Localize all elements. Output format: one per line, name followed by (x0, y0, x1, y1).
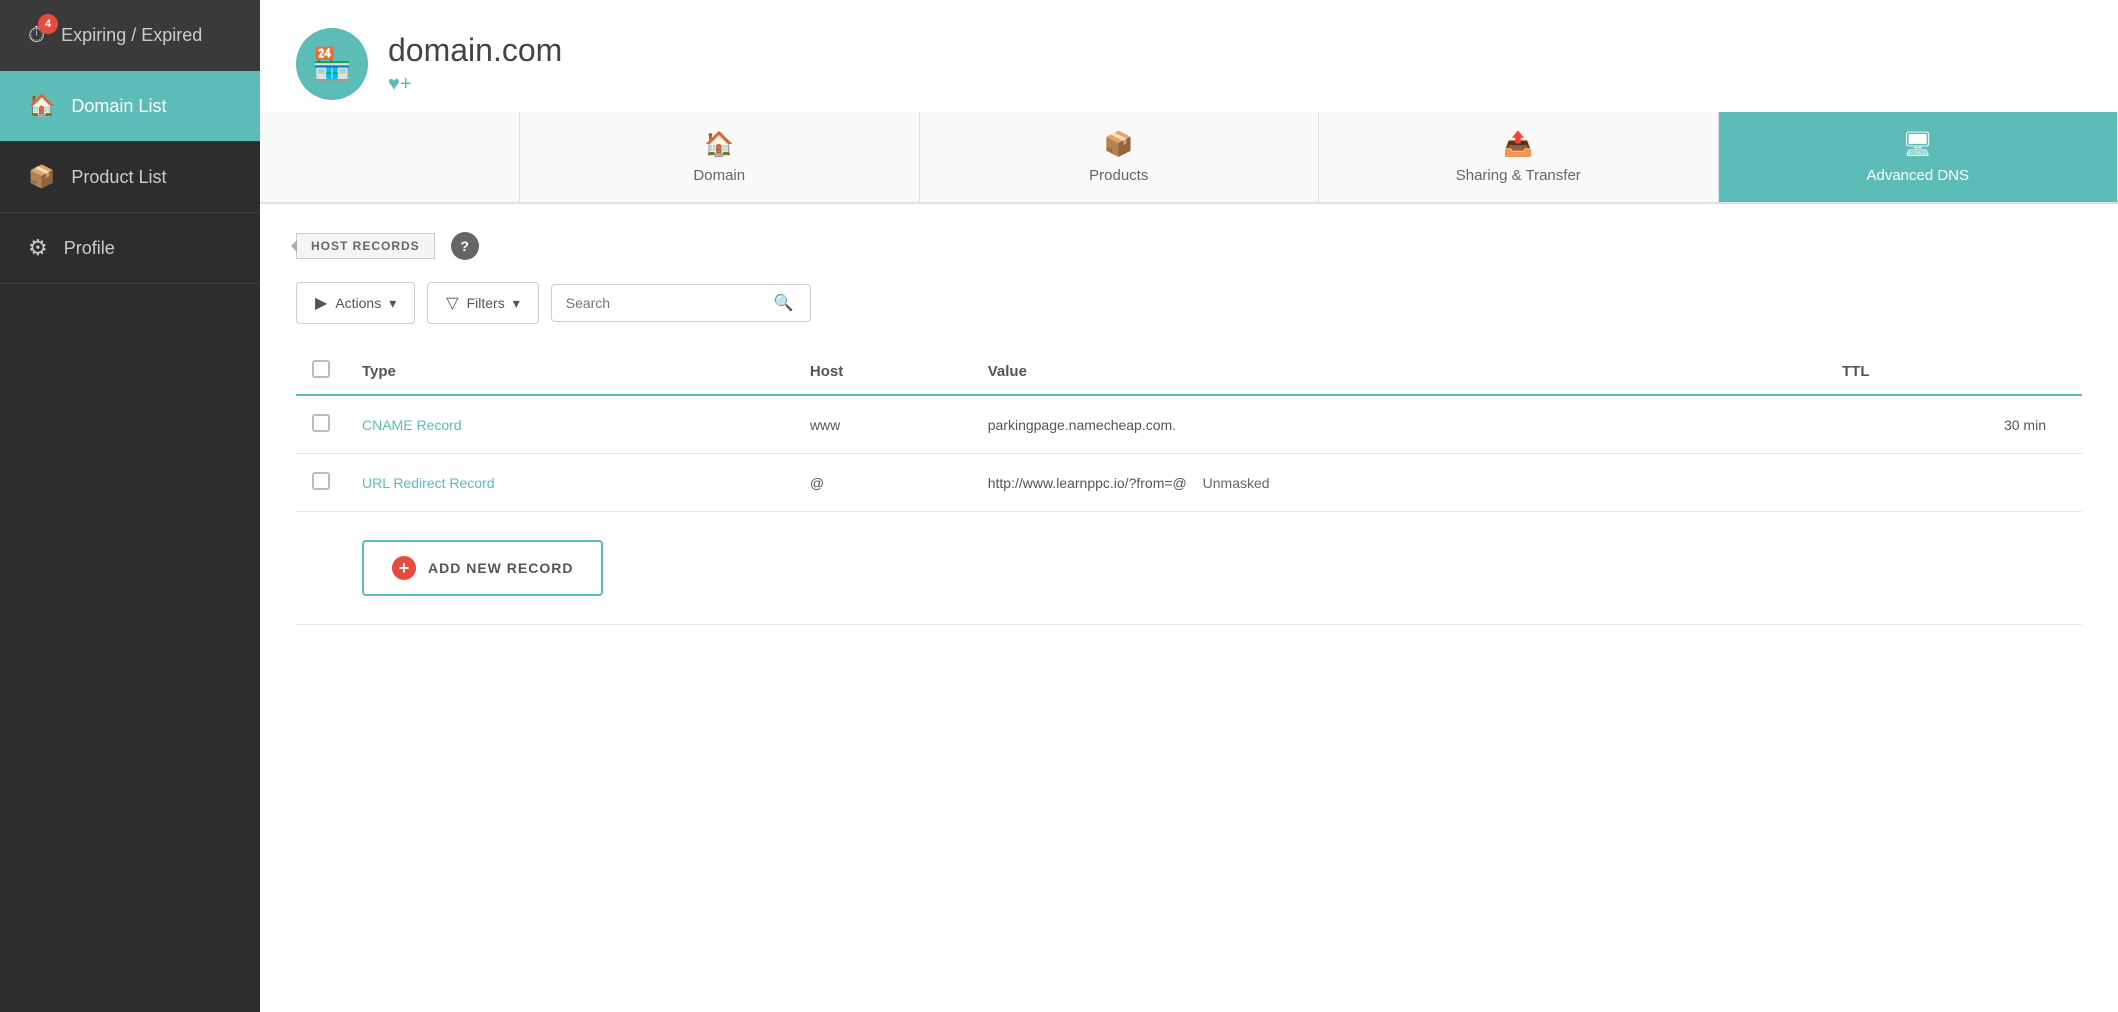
row2-host: @ (794, 454, 972, 512)
col-ttl: TTL (1826, 348, 2082, 395)
help-icon[interactable]: ? (451, 232, 479, 260)
section-badge: HOST RECORDS (296, 233, 435, 259)
sidebar-item-expiring[interactable]: ⏱ Expiring / Expired 4 (0, 0, 260, 71)
tab-empty (260, 112, 520, 202)
domain-avatar-icon: 🏪 (312, 45, 352, 83)
section-header: HOST RECORDS ? (296, 232, 2082, 260)
actions-label: Actions (335, 295, 381, 311)
tab-dns-icon: 🖥 (1903, 130, 1933, 159)
row2-ttl (1826, 454, 2082, 512)
col-type: Type (346, 348, 794, 395)
tab-advanced-dns-label: Advanced DNS (1866, 167, 1969, 184)
row1-type: CNAME Record (346, 395, 794, 454)
favorite-icon[interactable]: ♥+ (388, 73, 562, 96)
domain-avatar: 🏪 (296, 28, 368, 100)
search-icon: 🔍 (774, 293, 794, 313)
gear-icon: ⚙ (28, 235, 48, 261)
domain-info: domain.com ♥+ (388, 32, 562, 96)
tab-domain[interactable]: 🏠 Domain (520, 112, 920, 202)
actions-chevron-icon: ▾ (389, 295, 396, 312)
sidebar-item-profile[interactable]: ⚙ Profile (0, 213, 260, 284)
actions-button[interactable]: ▶ Actions ▾ (296, 282, 415, 324)
sidebar-item-domain-label: Domain List (71, 96, 166, 117)
tab-products[interactable]: 📦 Products (920, 112, 1320, 202)
tab-advanced-dns[interactable]: 🖥 Advanced DNS (1719, 112, 2118, 202)
row2-checkbox[interactable] (312, 472, 330, 490)
sidebar-item-domain-list[interactable]: 🏠 Domain List (0, 71, 260, 142)
filters-button[interactable]: ▽ Filters ▾ (427, 282, 538, 324)
tab-sharing[interactable]: 📤 Sharing & Transfer (1319, 112, 1719, 202)
row1-checkbox[interactable] (312, 414, 330, 432)
row2-checkbox-cell (296, 454, 346, 512)
main-content: 🏪 domain.com ♥+ 🏠 Domain 📦 Products 📤 Sh… (260, 0, 2118, 1012)
search-input[interactable] (566, 295, 766, 311)
filters-label: Filters (467, 295, 505, 311)
tab-products-icon: 📦 (1104, 130, 1134, 159)
filters-chevron-icon: ▾ (513, 295, 520, 312)
table-header-row: Type Host Value TTL (296, 348, 2082, 395)
sidebar-item-product-list[interactable]: 📦 Product List (0, 142, 260, 213)
row2-value: http://www.learnppc.io/?from=@ Unmasked (972, 454, 1826, 512)
box-icon: 📦 (28, 164, 55, 190)
domain-name: domain.com (388, 32, 562, 69)
col-value: Value (972, 348, 1826, 395)
toolbar: ▶ Actions ▾ ▽ Filters ▾ 🔍 (296, 282, 2082, 324)
col-checkbox (296, 348, 346, 395)
dns-table: Type Host Value TTL CNAME Record www par… (296, 348, 2082, 625)
row1-checkbox-cell (296, 395, 346, 454)
tab-sharing-icon: 📤 (1503, 130, 1533, 159)
tab-products-label: Products (1089, 167, 1148, 184)
add-record-row-container: + ADD NEW RECORD (296, 512, 2082, 625)
table-row: CNAME Record www parkingpage.namecheap.c… (296, 395, 2082, 454)
row1-host: www (794, 395, 972, 454)
sidebar-item-expiring-label: Expiring / Expired (61, 25, 202, 46)
sidebar-item-product-label: Product List (71, 167, 166, 188)
add-icon: + (392, 556, 416, 580)
play-icon: ▶ (315, 293, 327, 313)
filter-icon: ▽ (446, 293, 458, 313)
add-record-label: ADD NEW RECORD (428, 560, 573, 576)
row2-type: URL Redirect Record (346, 454, 794, 512)
select-all-checkbox[interactable] (312, 360, 330, 378)
dns-content: HOST RECORDS ? ▶ Actions ▾ ▽ Filters ▾ 🔍 (260, 204, 2118, 1012)
tab-bar: 🏠 Domain 📦 Products 📤 Sharing & Transfer… (260, 112, 2118, 204)
sidebar-item-profile-label: Profile (64, 238, 115, 259)
table-row: URL Redirect Record @ http://www.learnpp… (296, 454, 2082, 512)
expiring-badge: 4 (38, 14, 58, 34)
domain-header: 🏪 domain.com ♥+ (260, 0, 2118, 112)
row1-value: parkingpage.namecheap.com. (972, 395, 1826, 454)
tab-domain-icon: 🏠 (704, 130, 734, 159)
home-icon: 🏠 (28, 93, 55, 119)
col-host: Host (794, 348, 972, 395)
add-record-cell: + ADD NEW RECORD (296, 512, 2082, 625)
row1-ttl: 30 min (1826, 395, 2082, 454)
sidebar: ⏱ Expiring / Expired 4 🏠 Domain List 📦 P… (0, 0, 260, 1012)
add-new-record-button[interactable]: + ADD NEW RECORD (362, 540, 603, 596)
tab-sharing-label: Sharing & Transfer (1456, 167, 1581, 184)
search-box: 🔍 (551, 284, 811, 322)
tab-domain-label: Domain (693, 167, 745, 184)
